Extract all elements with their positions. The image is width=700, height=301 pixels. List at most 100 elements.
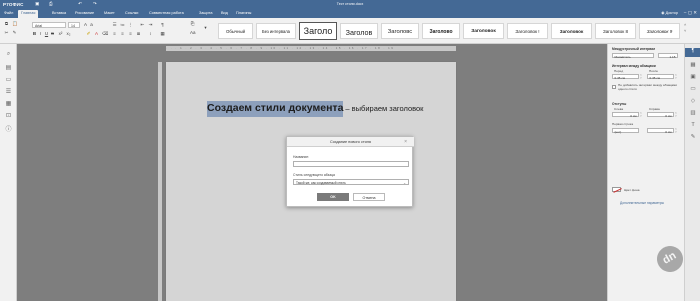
multilevel-list-icon[interactable]: ⋮ xyxy=(128,22,133,28)
tab-protection[interactable]: Защита xyxy=(199,11,212,15)
navigation-icon[interactable]: ☰ xyxy=(4,88,13,95)
after-spacing-input[interactable]: 0.35 см xyxy=(647,74,674,80)
tab-file[interactable]: Файл xyxy=(4,11,13,15)
comments-icon[interactable]: ▤ xyxy=(4,64,13,71)
highlight-icon[interactable]: ✐ xyxy=(86,31,91,37)
close-icon[interactable]: ✕ xyxy=(693,10,697,15)
increase-font-icon[interactable]: A xyxy=(83,22,88,27)
numbered-list-icon[interactable]: ≔ xyxy=(120,22,125,28)
bullet-list-icon[interactable]: ☰ xyxy=(112,22,117,28)
maximize-icon[interactable]: ▢ xyxy=(688,10,692,15)
indent-left-input[interactable]: 0 см xyxy=(612,112,639,118)
style-normal[interactable]: Обычный xyxy=(218,23,253,39)
ok-button[interactable]: OK xyxy=(317,193,349,201)
after-spinner[interactable]: ˄ ˅ xyxy=(675,74,677,80)
font-name-select[interactable]: Arial xyxy=(32,22,66,28)
copy-icon[interactable]: ⧉ xyxy=(4,21,9,26)
first-line-value-input[interactable]: 0 см xyxy=(647,128,674,134)
decrease-indent-icon[interactable]: ⇤ xyxy=(140,22,145,28)
indent-left-spinner[interactable]: ˄ ˅ xyxy=(640,112,642,118)
line-spacing-mode-select[interactable]: Множитель xyxy=(612,53,654,59)
decrease-font-icon[interactable]: a xyxy=(89,22,94,27)
first-line-label: Первая строка xyxy=(612,122,634,126)
cancel-button[interactable]: Отмена xyxy=(353,193,385,201)
font-color-icon[interactable]: A xyxy=(94,31,99,36)
tab-layout[interactable]: Макет xyxy=(104,11,115,15)
after-label: После xyxy=(649,69,659,73)
style-heading-1[interactable]: Заголо xyxy=(299,22,337,40)
style-heading-7[interactable]: Заголовок xyxy=(551,23,592,39)
paste-icon[interactable]: 📋 xyxy=(12,21,18,27)
styles-menu-icon[interactable]: ▾ xyxy=(203,25,208,31)
next-style-value: Такой же, как создаваемый стиль xyxy=(296,181,346,185)
tab-draw[interactable]: Рисование xyxy=(75,11,94,15)
align-right-icon[interactable]: ≡ xyxy=(128,31,133,36)
style-heading-8[interactable]: Заголовок 8 xyxy=(595,23,636,39)
font-size-select[interactable]: 14 xyxy=(68,22,80,28)
subscript-icon[interactable]: x₂ xyxy=(66,31,71,36)
style-no-spacing[interactable]: Без интервала xyxy=(256,23,296,39)
paragraph-settings-icon[interactable]: ¶ xyxy=(685,48,700,57)
search-icon[interactable]: ⌕ xyxy=(4,51,13,58)
indent-right-input[interactable]: 0 см xyxy=(647,112,674,118)
tab-view[interactable]: Вид xyxy=(221,11,228,15)
right-sidebar: ¶ ▦ ▣ ▭ ◇ ▥ T ✎ xyxy=(684,44,700,301)
header-footer-icon[interactable]: ▭ xyxy=(689,86,697,92)
style-heading-4[interactable]: Заголово xyxy=(422,23,460,39)
superscript-icon[interactable]: x² xyxy=(58,31,63,36)
user-name[interactable]: ◉ Доктор xyxy=(661,10,678,15)
shading-icon[interactable]: ▦ xyxy=(160,31,165,37)
style-heading-3[interactable]: Заголовс xyxy=(381,23,419,39)
thumbnails-icon[interactable]: ▦ xyxy=(4,100,13,107)
image-settings-icon[interactable]: ▣ xyxy=(689,74,697,80)
table-settings-icon[interactable]: ▦ xyxy=(689,62,697,68)
tab-insert[interactable]: Вставка xyxy=(52,11,66,15)
line-spacing-value-input[interactable]: 1.15 xyxy=(658,53,678,59)
first-line-spinner[interactable]: ˄ ˅ xyxy=(675,128,677,134)
security-icon[interactable]: ⊡ xyxy=(4,112,13,119)
background-color-picker[interactable] xyxy=(612,187,621,192)
indent-right-spinner[interactable]: ˄ ˅ xyxy=(675,112,677,118)
style-name-input[interactable] xyxy=(293,161,409,167)
tab-collaboration[interactable]: Совместная работа xyxy=(149,11,184,15)
change-case-icon[interactable]: Aa xyxy=(190,30,196,35)
info-icon[interactable]: ⓘ xyxy=(4,124,13,133)
shape-settings-icon[interactable]: ◇ xyxy=(689,98,697,104)
signature-icon[interactable]: ✎ xyxy=(689,134,697,140)
tab-home[interactable]: Главная xyxy=(18,9,39,18)
strikethrough-icon[interactable]: S xyxy=(50,31,55,36)
chat-icon[interactable]: ▭ xyxy=(4,76,13,83)
tab-references[interactable]: Ссылки xyxy=(125,11,138,15)
align-justify-icon[interactable]: ≣ xyxy=(136,31,141,37)
before-spacing-input[interactable]: 0.35 см xyxy=(612,74,639,80)
clear-format-icon[interactable]: ⌫ xyxy=(102,31,108,37)
no-interval-checkbox[interactable] xyxy=(612,85,616,89)
before-spinner[interactable]: ˄ ˅ xyxy=(640,74,642,80)
copy-style-icon[interactable]: ⎘ xyxy=(190,21,195,26)
cut-icon[interactable]: ✂ xyxy=(4,30,9,36)
close-icon[interactable]: × xyxy=(404,139,407,145)
underline-icon[interactable]: U xyxy=(44,31,49,36)
document-title: Тест стили.docx xyxy=(336,1,364,6)
minimize-icon[interactable]: – xyxy=(684,10,687,15)
chevron-down-icon[interactable]: ˅ xyxy=(684,28,686,34)
style-heading-5[interactable]: Заголовок xyxy=(463,23,504,39)
bold-icon[interactable]: B xyxy=(32,31,37,36)
paragraph-marks-icon[interactable]: ¶ xyxy=(160,22,165,27)
advanced-settings-link[interactable]: Дополнительные параметры xyxy=(620,201,664,205)
style-heading-2[interactable]: Заголов xyxy=(340,23,378,39)
format-painter-icon[interactable]: ✎ xyxy=(12,30,17,36)
next-style-select[interactable]: Такой же, как создаваемый стиль ⌄ xyxy=(293,179,409,185)
tab-plugins[interactable]: Плагины xyxy=(236,11,251,15)
first-line-mode-select[interactable]: (нет) xyxy=(612,128,639,134)
chart-settings-icon[interactable]: ▥ xyxy=(689,110,697,116)
style-heading-9[interactable]: Заголовок 9 xyxy=(639,23,680,39)
text-art-icon[interactable]: T xyxy=(689,122,697,128)
line-spacing-icon[interactable]: ↕ xyxy=(148,31,153,36)
align-center-icon[interactable]: ≡ xyxy=(120,31,125,36)
italic-icon[interactable]: I xyxy=(38,31,43,36)
style-heading-6[interactable]: Заголовок ! xyxy=(507,23,548,39)
increase-indent-icon[interactable]: ⇥ xyxy=(148,22,153,28)
align-left-icon[interactable]: ≡ xyxy=(112,31,117,36)
next-style-label: Стиль следующего абзаца xyxy=(293,173,335,177)
